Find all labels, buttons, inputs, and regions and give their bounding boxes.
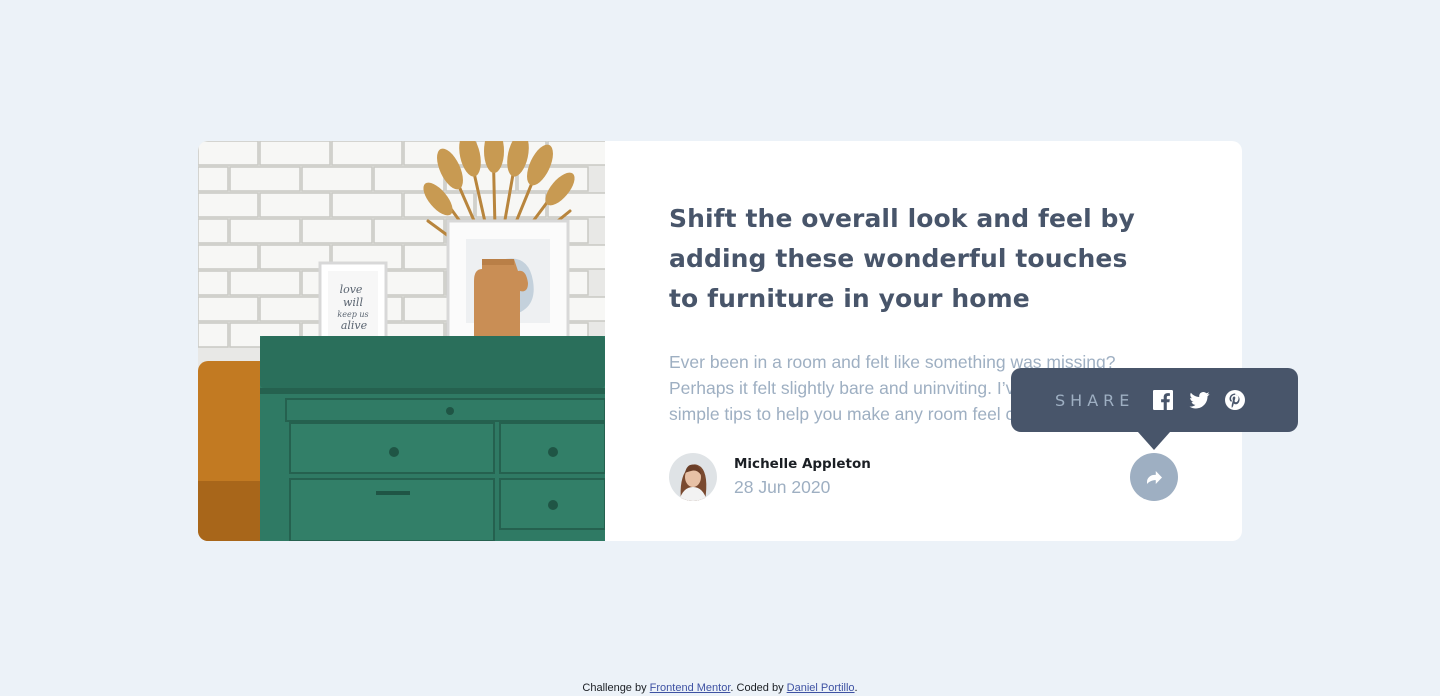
- drawers-photo: love will keep us alive: [198, 141, 605, 541]
- share-tooltip: SHARE: [1011, 368, 1298, 450]
- page: love will keep us alive Shift the overal…: [0, 0, 1440, 696]
- share-label: SHARE: [1055, 390, 1135, 410]
- author-link[interactable]: Daniel Portillo: [787, 682, 855, 694]
- pinterest-icon[interactable]: [1224, 389, 1246, 411]
- author-block: Michelle Appleton 28 Jun 2020: [669, 453, 871, 501]
- article-card: love will keep us alive Shift the overal…: [198, 141, 1298, 541]
- attribution: Challenge by Frontend Mentor. Coded by D…: [0, 682, 1440, 694]
- svg-text:love: love: [340, 283, 363, 296]
- attribution-middle: . Coded by: [730, 682, 787, 694]
- share-icon: [1146, 470, 1162, 484]
- attribution-suffix: .: [854, 682, 858, 694]
- author-meta: Michelle Appleton 28 Jun 2020: [734, 454, 871, 500]
- svg-text:alive: alive: [341, 319, 368, 332]
- facebook-icon[interactable]: [1152, 389, 1174, 411]
- svg-text:keep us: keep us: [337, 310, 368, 319]
- article-title: Shift the overall look and feel by addin…: [669, 204, 1135, 313]
- author-name: Michelle Appleton: [734, 456, 871, 472]
- frontend-mentor-link[interactable]: Frontend Mentor: [650, 682, 731, 694]
- twitter-icon[interactable]: [1188, 389, 1210, 411]
- avatar: [669, 453, 717, 501]
- svg-text:will: will: [343, 296, 363, 309]
- share-button[interactable]: [1130, 453, 1178, 501]
- attribution-prefix: Challenge by: [582, 682, 650, 694]
- publish-date: 28 Jun 2020: [734, 477, 831, 497]
